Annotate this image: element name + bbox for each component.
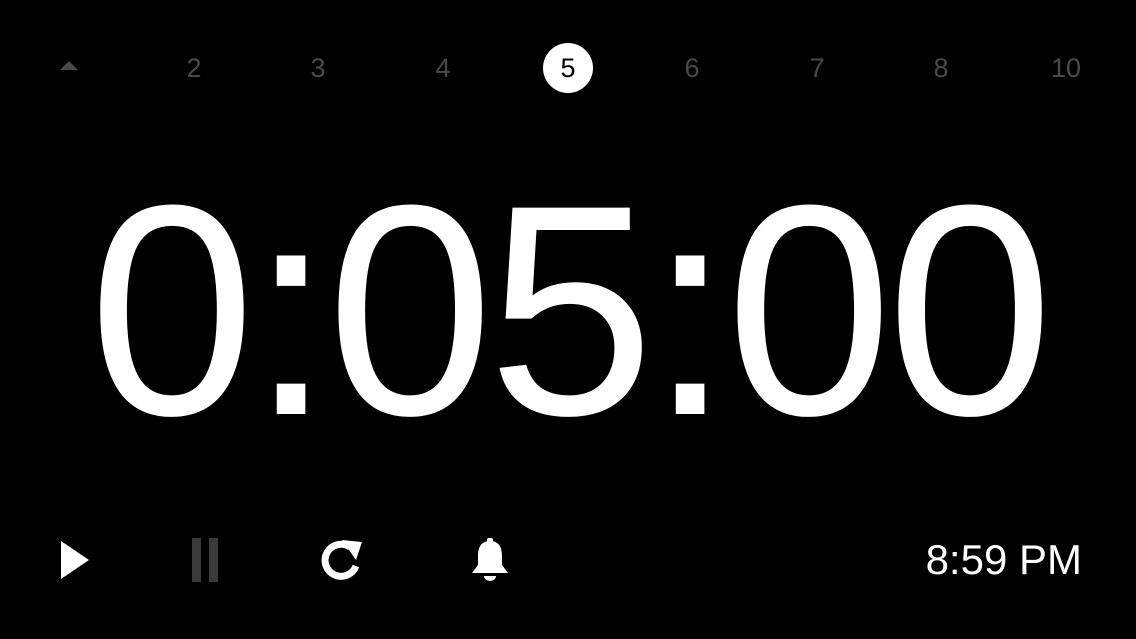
preset-label: 4 [435, 52, 451, 83]
pause-icon [192, 538, 218, 582]
preset-8-button[interactable]: 8 [913, 40, 969, 96]
preset-7-button[interactable]: 7 [789, 40, 845, 96]
preset-6-button[interactable]: 6 [664, 40, 720, 96]
alarm-button[interactable] [462, 532, 518, 588]
preset-5-button[interactable]: 5 [540, 40, 596, 96]
preset-label: 5 [543, 43, 593, 93]
preset-2-button[interactable]: 2 [166, 40, 222, 96]
collapse-presets-icon[interactable] [60, 61, 78, 70]
preset-label: 8 [933, 52, 949, 83]
play-icon [61, 541, 89, 579]
reset-button[interactable] [314, 532, 370, 588]
pause-button[interactable] [177, 532, 233, 588]
preset-3-button[interactable]: 3 [290, 40, 346, 96]
countdown-display: 0:05:00 [88, 142, 1054, 478]
current-time: 8:59 PM [925, 536, 1082, 583]
preset-4-button[interactable]: 4 [415, 40, 471, 96]
preset-label: 6 [684, 52, 700, 83]
preset-label: 2 [186, 52, 202, 83]
preset-10-button[interactable]: 10 [1038, 40, 1094, 96]
play-button[interactable] [44, 532, 100, 588]
bell-icon [472, 538, 508, 581]
reset-icon [321, 540, 362, 580]
preset-bar: 2 3 4 5 6 7 8 10 [0, 40, 1136, 96]
preset-label: 7 [809, 52, 825, 83]
preset-label: 3 [310, 52, 326, 83]
preset-label: 10 [1050, 52, 1082, 83]
